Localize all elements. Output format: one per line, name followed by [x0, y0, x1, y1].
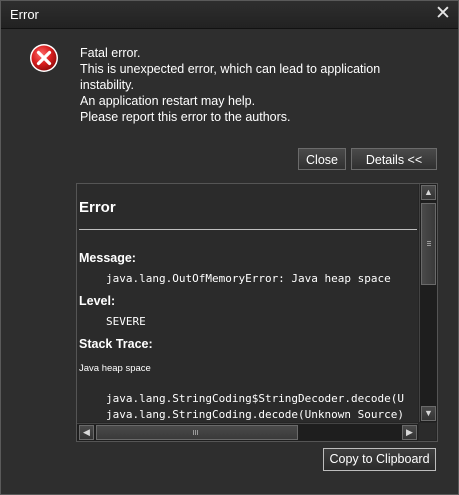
- message-value: java.lang.OutOfMemoryError: Java heap sp…: [106, 272, 391, 285]
- copy-to-clipboard-button[interactable]: Copy to Clipboard: [323, 448, 436, 471]
- divider: [79, 229, 417, 230]
- close-button[interactable]: Close: [298, 148, 346, 170]
- scroll-left-icon[interactable]: ◀: [79, 425, 94, 440]
- dialog-content: Fatal error. This is unexpected error, w…: [1, 29, 458, 494]
- vertical-scrollbar[interactable]: ▲ ▼: [419, 184, 437, 422]
- scrollbar-corner: [419, 423, 436, 440]
- message-label: Message:: [79, 251, 136, 265]
- level-label: Level:: [79, 294, 116, 308]
- window-title: Error: [10, 7, 39, 22]
- scroll-down-icon[interactable]: ▼: [421, 406, 436, 421]
- stack-line: java.lang.StringCoding$StringDecoder.dec…: [106, 392, 405, 405]
- message-line: Fatal error.: [80, 46, 141, 60]
- error-dialog: Error ✕ Fatal error. This is unexpected …: [0, 0, 459, 495]
- close-icon[interactable]: ✕: [434, 4, 452, 23]
- scroll-right-icon[interactable]: ▶: [402, 425, 417, 440]
- title-bar: Error ✕: [1, 1, 458, 29]
- message-line: An application restart may help.: [80, 94, 256, 108]
- message-line: This is unexpected error, which can lead…: [80, 62, 381, 76]
- error-icon: [30, 44, 58, 72]
- stack-summary: Java heap space: [79, 363, 151, 374]
- horizontal-scrollbar[interactable]: ◀ ▶: [77, 423, 418, 441]
- scroll-up-icon[interactable]: ▲: [421, 185, 436, 200]
- message-line: instability.: [80, 78, 134, 92]
- stack-trace-label: Stack Trace:: [79, 337, 153, 351]
- stack-line: java.lang.StringCoding.decode(Unknown So…: [106, 408, 405, 421]
- error-message: Fatal error. This is unexpected error, w…: [80, 45, 440, 125]
- level-value: SEVERE: [106, 315, 146, 328]
- vertical-scroll-thumb[interactable]: [421, 203, 436, 285]
- details-text-area[interactable]: Error Message: java.lang.OutOfMemoryErro…: [77, 184, 418, 422]
- message-line: Please report this error to the authors.: [80, 110, 291, 124]
- details-toggle-button[interactable]: Details <<: [351, 148, 437, 170]
- horizontal-scroll-thumb[interactable]: [96, 425, 298, 440]
- details-heading: Error: [79, 199, 116, 216]
- details-panel: Error Message: java.lang.OutOfMemoryErro…: [76, 183, 438, 442]
